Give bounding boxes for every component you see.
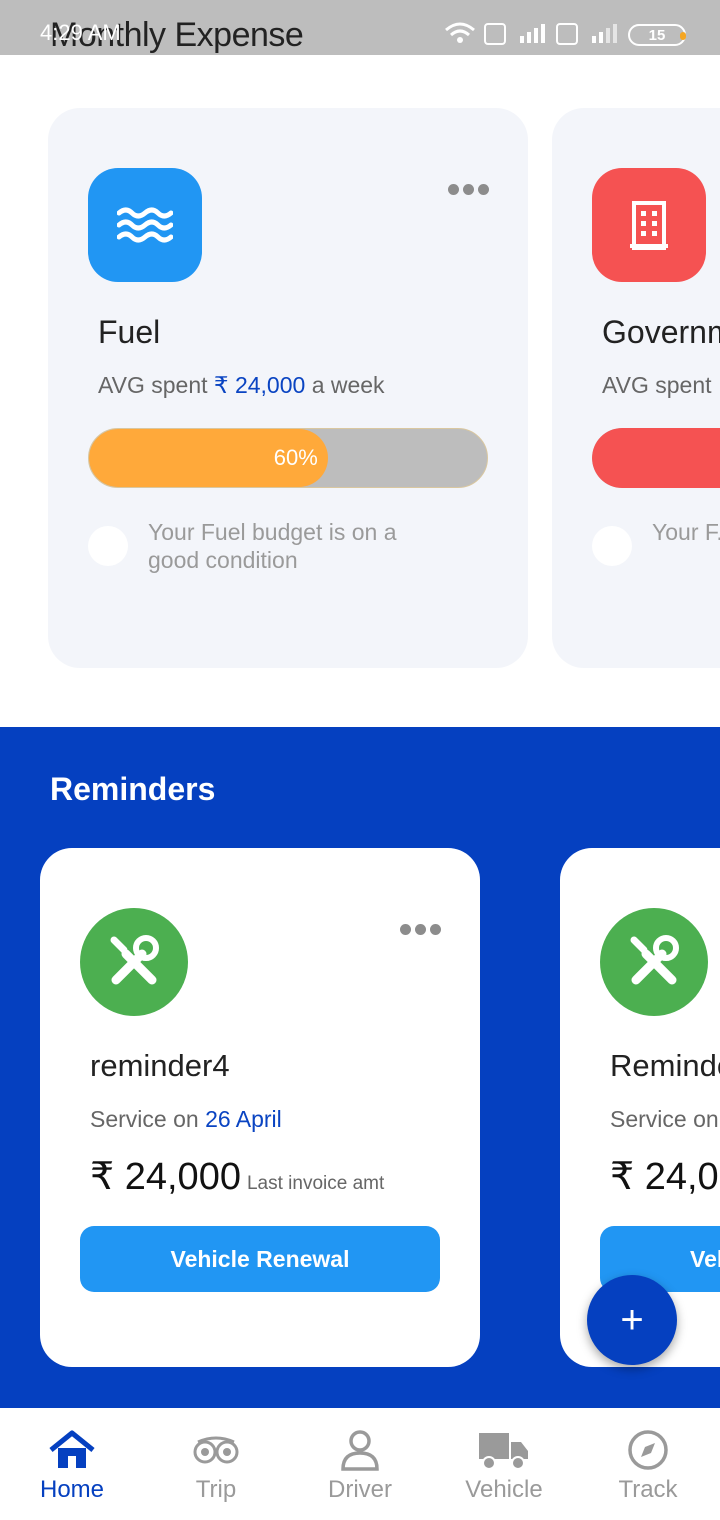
reminder-title: Reminder: [610, 1048, 720, 1083]
avg-amount: ₹ 24,000: [213, 372, 306, 398]
amount-value: ₹ 24,000: [90, 1156, 241, 1198]
status-time: 4:29 AM: [40, 20, 121, 45]
nav-vehicle[interactable]: Vehicle: [432, 1408, 576, 1520]
reminder-amount: ₹ 24,000: [610, 1154, 720, 1199]
nav-home[interactable]: Home: [0, 1408, 144, 1520]
service-label: Service on: [90, 1106, 199, 1132]
budget-message: Your F... good c...: [652, 519, 720, 545]
budget-progress-bar: 60%: [88, 428, 488, 488]
nav-trip[interactable]: Trip: [144, 1408, 288, 1520]
expense-avg: AVG spent: [602, 372, 712, 399]
expense-carousel[interactable]: Fuel AVG spent ₹ 24,000 a week 60% Your …: [0, 55, 720, 705]
signal-icon-2: [586, 22, 620, 49]
volte-icon-2: [556, 22, 578, 48]
progress-percent: 60%: [273, 445, 318, 470]
truck-icon: [478, 1430, 530, 1470]
progress-fill: [592, 428, 720, 488]
status-indicator: [88, 526, 128, 566]
avg-period: a week: [311, 372, 385, 398]
compass-icon: [627, 1430, 669, 1470]
reminder-service: Service on 26 April: [90, 1106, 282, 1133]
nav-label: Vehicle: [465, 1476, 543, 1503]
reminder-title: reminder4: [90, 1048, 230, 1083]
battery-icon: 15: [628, 24, 686, 46]
signal-icon: [514, 22, 548, 49]
reminder-amount: ₹ 24,000 Last invoice amt: [90, 1154, 384, 1199]
budget-progress-bar: [592, 428, 720, 488]
expense-avg: AVG spent ₹ 24,000 a week: [98, 372, 385, 399]
wifi-icon: [444, 22, 476, 49]
more-options-icon[interactable]: [448, 184, 489, 195]
progress-fill: 60%: [89, 429, 328, 487]
person-icon: [340, 1430, 380, 1471]
amount-value: ₹ 24,000: [610, 1156, 720, 1198]
tools-icon: [80, 908, 188, 1016]
service-label: Service on: [610, 1106, 719, 1132]
binoculars-icon: [192, 1430, 240, 1470]
vehicle-renewal-button[interactable]: Vehicle Renewal: [80, 1226, 440, 1292]
nav-track[interactable]: Track: [576, 1408, 720, 1520]
tools-icon: [600, 908, 708, 1016]
status-icons: 15: [444, 20, 686, 50]
amount-label: Last invoice amt: [246, 1173, 385, 1194]
budget-message: Your Fuel budget is on a good condition: [148, 519, 397, 573]
nav-label: Trip: [195, 1476, 237, 1503]
expense-card-fuel[interactable]: Fuel AVG spent ₹ 24,000 a week 60% Your …: [48, 108, 528, 668]
nav-label: Track: [618, 1476, 678, 1503]
reminder-card[interactable]: reminder4 Service on 26 April ₹ 24,000 La…: [40, 848, 480, 1367]
home-icon: [48, 1430, 96, 1470]
add-button[interactable]: +: [587, 1275, 677, 1365]
reminders-heading: Reminders: [50, 771, 216, 807]
nav-label: Driver: [328, 1476, 392, 1503]
expense-card-government[interactable]: Government AVG spent Your F... good c...: [552, 108, 720, 668]
status-indicator: [592, 526, 632, 566]
avg-label: AVG spent: [602, 372, 712, 398]
expense-title: Government: [602, 314, 720, 350]
building-icon: [592, 168, 706, 282]
volte-icon: [484, 22, 506, 48]
more-options-icon[interactable]: [400, 924, 441, 935]
nav-label: Home: [39, 1476, 105, 1503]
reminder-service: Service on: [610, 1106, 719, 1133]
bottom-navigation: Home Trip Driver Vehicle Track: [0, 1408, 720, 1520]
nav-driver[interactable]: Driver: [288, 1408, 432, 1520]
service-date: 26 April: [205, 1106, 282, 1132]
avg-label: AVG spent: [98, 372, 208, 398]
expense-title: Fuel: [98, 314, 161, 350]
waves-icon: [88, 168, 202, 282]
